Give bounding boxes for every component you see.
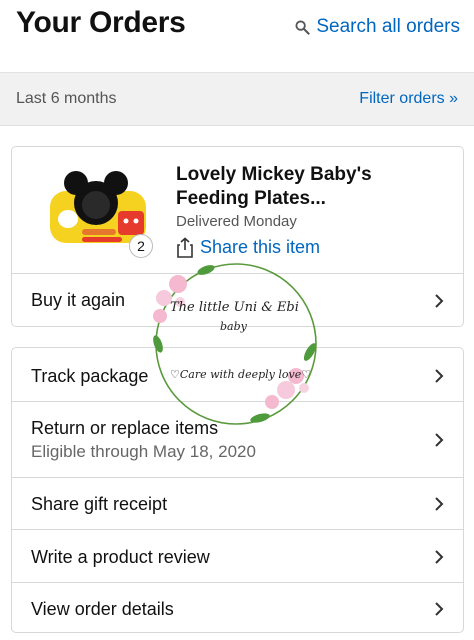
action-label: Track package (31, 366, 149, 386)
product-summary[interactable]: 2 Lovely Mickey Baby's Feeding Plates...… (12, 147, 463, 274)
chevron-right-icon (435, 294, 444, 308)
quantity-badge: 2 (129, 234, 153, 258)
order-card: 2 Lovely Mickey Baby's Feeding Plates...… (11, 146, 464, 327)
return-eligibility-text: Eligible through May 18, 2020 (31, 442, 256, 461)
action-label: Share gift receipt (31, 494, 168, 514)
search-icon (295, 19, 310, 35)
buy-again-label: Buy it again (31, 290, 126, 310)
product-title[interactable]: Lovely Mickey Baby's Feeding Plates... (176, 163, 406, 211)
search-all-orders-label: Search all orders (316, 16, 460, 37)
filter-bar: Last 6 months Filter orders » (0, 72, 474, 126)
chevron-right-icon (435, 550, 444, 564)
header: Your Orders Search all orders (0, 0, 474, 72)
filter-period-label: Last 6 months (16, 90, 117, 107)
share-item-label: Share this item (200, 237, 321, 257)
share-icon (177, 237, 193, 258)
chevron-right-icon (435, 497, 444, 511)
page-title: Your Orders (16, 6, 186, 39)
chevron-right-icon (435, 602, 444, 616)
action-row-return-replace[interactable]: Return or replace items Eligible through… (12, 402, 463, 478)
filter-orders-link[interactable]: Filter orders » (359, 90, 458, 108)
order-actions-card: Track package Return or replace items El… (11, 347, 464, 633)
share-item-link[interactable]: Share this item (176, 237, 320, 258)
search-all-orders-link[interactable]: Search all orders (295, 16, 460, 38)
chevron-right-icon (435, 433, 444, 447)
action-label: Return or replace items (31, 418, 219, 438)
action-row-track-package[interactable]: Track package (12, 348, 463, 402)
delivery-status: Delivered Monday (176, 213, 297, 230)
action-label: View order details (31, 599, 174, 619)
buy-again-row[interactable]: Buy it again (12, 274, 463, 326)
action-label: Write a product review (31, 547, 210, 567)
action-row-gift-receipt[interactable]: Share gift receipt (12, 478, 463, 530)
chevron-right-icon (435, 369, 444, 383)
action-row-product-review[interactable]: Write a product review (12, 530, 463, 583)
action-row-order-details[interactable]: View order details (12, 583, 463, 632)
